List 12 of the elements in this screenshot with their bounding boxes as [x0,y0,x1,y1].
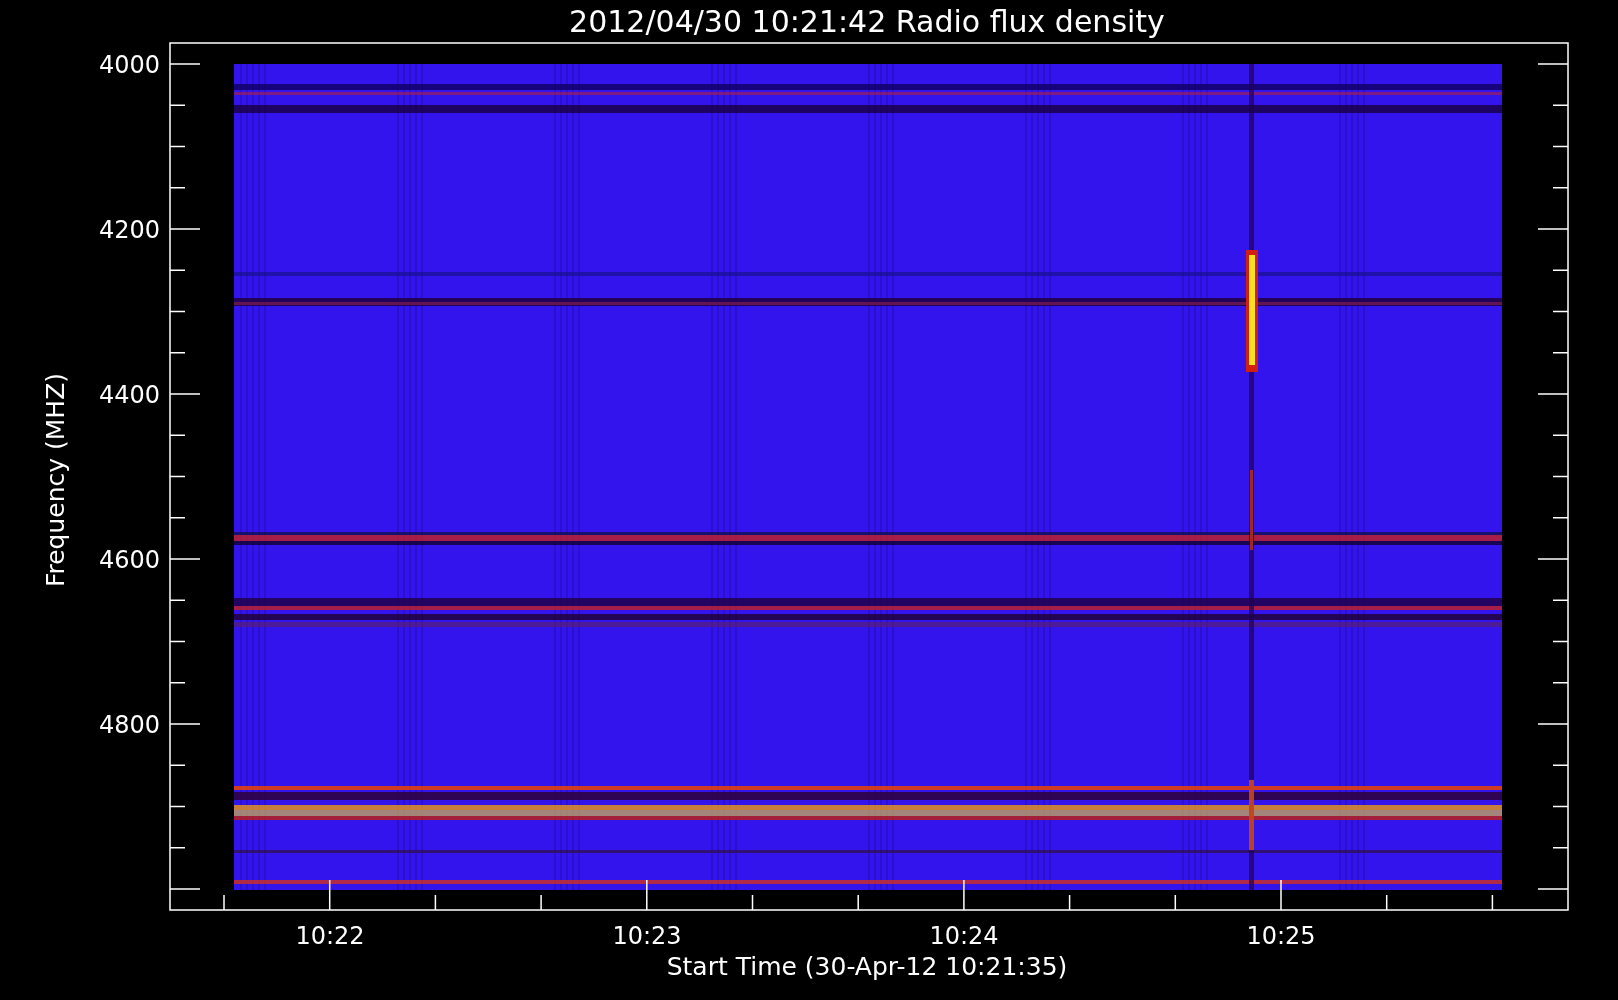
x-axis-label: Start Time (30-Apr-12 10:21:35) [666,952,1068,981]
y-tick-label: 4800 [98,711,160,739]
x-tick-label: 10:23 [612,922,682,950]
y-tick-label: 4200 [98,216,160,244]
x-tick-label: 10:22 [295,922,365,950]
y-tick-label: 4400 [98,381,160,409]
x-tick-label: 10:24 [929,922,999,950]
x-tick-label: 10:25 [1246,922,1316,950]
y-tick-label: 4000 [98,51,160,79]
y-axis-label: Frequency (MHZ) [41,372,70,588]
y-tick-label: 4600 [98,546,160,574]
chart-title: 2012/04/30 10:21:42 Radio flux density [569,4,1165,39]
